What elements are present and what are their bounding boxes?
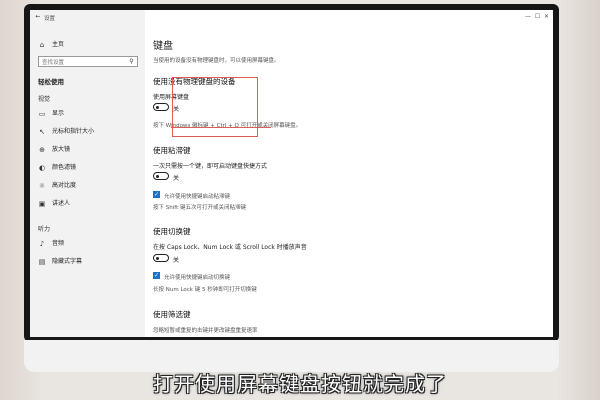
toggle-keys-toggle[interactable] (153, 254, 169, 262)
page-subtitle: 当使用的设备没有物理键盘时，可以使用屏幕键盘。 (153, 58, 280, 64)
page-title: 键盘 (153, 41, 173, 52)
settings-window: ← 设置 ⌂ 主页 查找设置 ⚲ 轻松使用 视觉 ▭ 显示 ↖ 光标和指针大小 … (30, 10, 553, 337)
toggle-keys-description: 在按 Caps Lock、Num Lock 或 Scroll Lock 时播放声… (153, 244, 307, 251)
toggle-keys-shortcut-checkbox[interactable]: ✓ (153, 272, 160, 279)
color-filter-icon: ◐ (38, 164, 46, 172)
video-caption: 打开使用屏幕键盘按钮就完成了 (153, 372, 447, 396)
window-title: 设置 (44, 16, 56, 22)
sidebar-item-label: 主页 (52, 41, 65, 48)
speaker-icon: ♪ (39, 240, 45, 248)
annotation-highlight-box (172, 77, 258, 137)
search-placeholder: 查找设置 (42, 60, 65, 66)
captions-icon: ▤ (38, 258, 46, 266)
contrast-icon: ☼ (38, 182, 46, 190)
section-label-hearing: 听力 (38, 226, 51, 233)
sticky-keys-shortcut-checkbox[interactable]: ✓ (153, 191, 160, 198)
section-label-vision: 视觉 (38, 96, 51, 103)
toggle-state: 关 (173, 175, 180, 182)
window-controls[interactable]: — ☐ ✕ (525, 13, 549, 20)
sticky-keys-description: 一次只需按一个键，即可启动键盘快捷方式 (153, 163, 268, 170)
sidebar-item-label: 隐藏式字幕 (52, 258, 83, 265)
sidebar-item-label: 光标和指针大小 (52, 128, 95, 135)
sidebar-item-label: 音频 (52, 240, 65, 247)
narrator-icon: ▣ (38, 200, 46, 208)
search-input[interactable]: 查找设置 ⚲ (38, 56, 138, 67)
background-right (555, 0, 600, 400)
home-icon: ⌂ (39, 41, 45, 49)
sidebar-item-label: 颜色滤镜 (52, 164, 77, 171)
checkbox-label: 允许使用快捷键启动粘滞键 (164, 194, 231, 200)
filter-keys-description: 忽略短暂或重复的击键并更改键盘重复速率 (153, 328, 258, 334)
sidebar-item-label: 放大镜 (52, 146, 71, 153)
toggle-state: 关 (173, 257, 180, 264)
sidebar-item-label: 讲述人 (52, 200, 71, 207)
hint-sticky-keys: 按下 Shift 键五次可打开或关闭粘滞键 (153, 205, 246, 211)
search-icon: ⚲ (129, 58, 134, 65)
sidebar-item-label: 显示 (52, 110, 65, 117)
back-arrow-icon[interactable]: ← (34, 13, 42, 21)
sidebar: ← 设置 ⌂ 主页 查找设置 ⚲ 轻松使用 视觉 ▭ 显示 ↖ 光标和指针大小 … (30, 10, 145, 337)
hint-toggle-keys: 长按 Num Lock 键 5 秒钟即可打开切换键 (153, 287, 257, 293)
magnifier-icon: ⊕ (39, 146, 45, 154)
checkbox-label: 允许使用快捷键启动切换键 (164, 275, 231, 281)
annotation-strike-line (171, 127, 271, 128)
section-heading-filter-keys: 使用筛选键 (153, 310, 191, 319)
section-heading-toggle-keys: 使用切换键 (153, 227, 191, 236)
sidebar-item-label: 高对比度 (52, 182, 77, 189)
section-heading-sticky-keys: 使用粘滞键 (153, 146, 191, 155)
sticky-keys-toggle[interactable] (153, 172, 169, 180)
onscreen-keyboard-toggle[interactable] (153, 103, 169, 111)
monitor-icon: ▭ (38, 110, 46, 118)
category-title: 轻松使用 (38, 78, 64, 86)
content-pane: — ☐ ✕ 键盘 当使用的设备没有物理键盘时，可以使用屏幕键盘。 使用没有物理键… (145, 10, 553, 337)
pointer-icon: ↖ (39, 128, 45, 136)
